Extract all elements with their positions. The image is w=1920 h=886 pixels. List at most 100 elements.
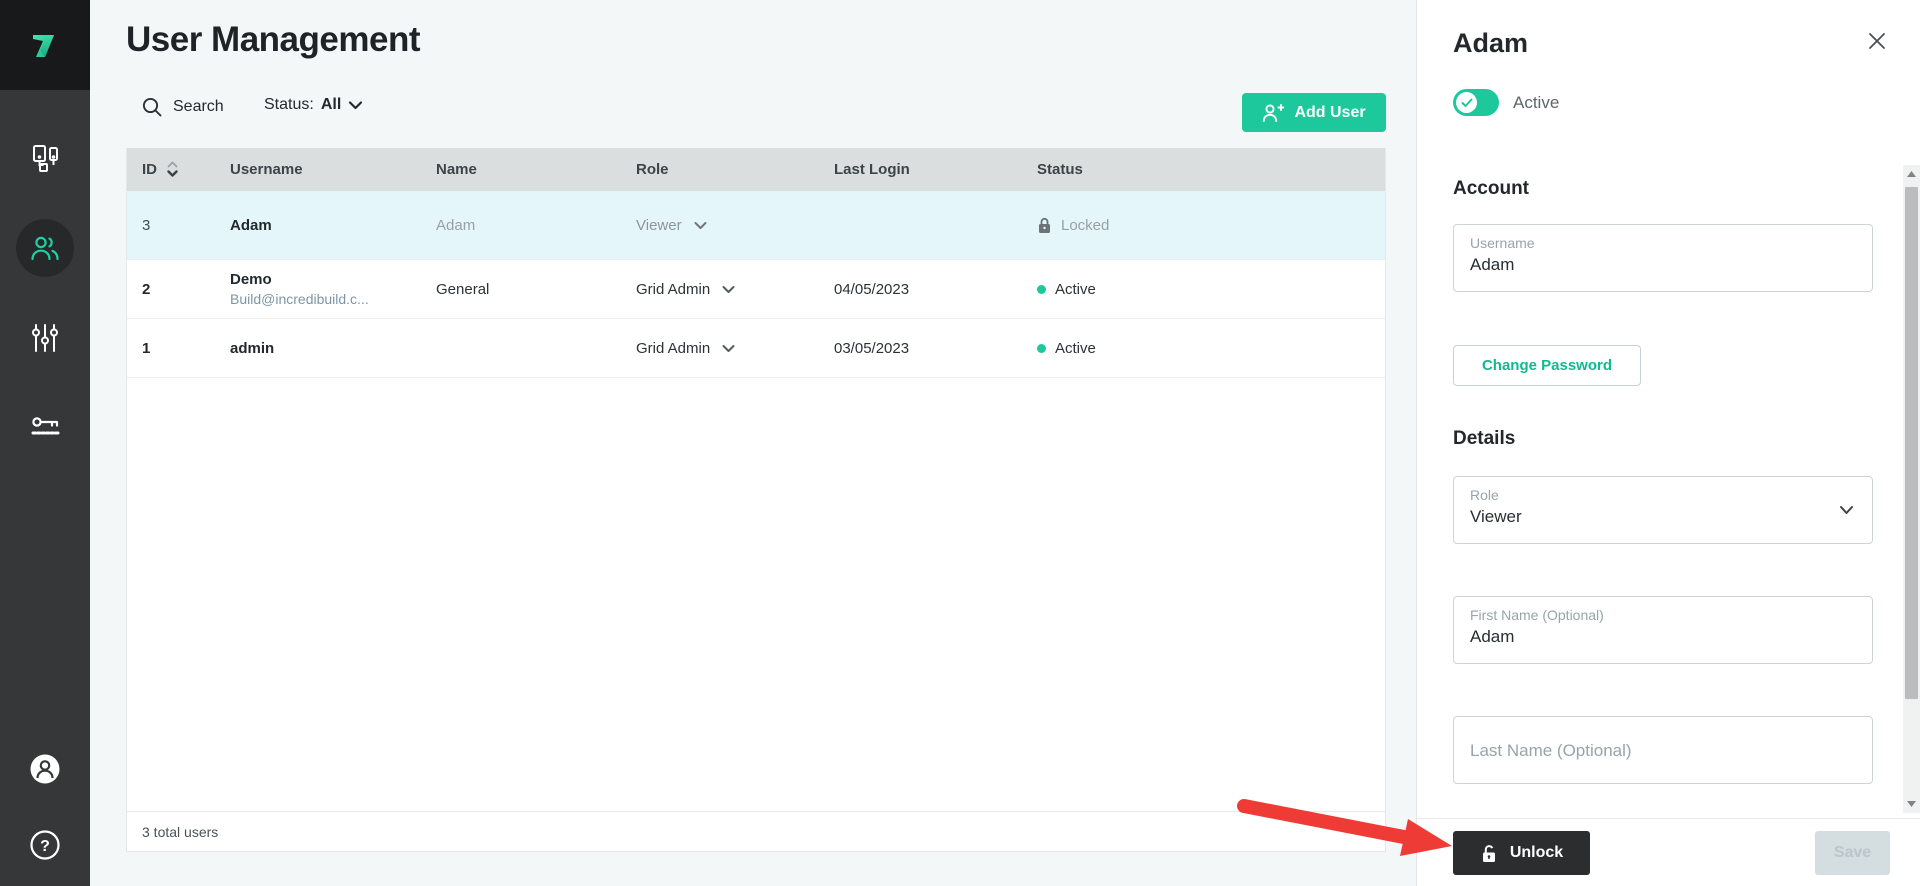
- first-name-field[interactable]: First Name (Optional) Adam: [1453, 596, 1873, 664]
- cell-status: Active: [1037, 281, 1385, 298]
- sidebar-item-account[interactable]: [0, 740, 90, 798]
- status-text: Locked: [1061, 217, 1109, 234]
- cell-username: admin: [230, 340, 436, 357]
- first-name-label: First Name (Optional): [1470, 607, 1856, 623]
- panel-footer-divider: [1417, 818, 1920, 819]
- add-user-icon: [1262, 103, 1284, 123]
- role-select[interactable]: Role Viewer: [1453, 476, 1873, 544]
- column-header-id[interactable]: ID: [127, 161, 230, 178]
- role-select-value: Viewer: [1470, 507, 1856, 527]
- total-users-count: 3 total users: [142, 824, 218, 840]
- cell-name: Adam: [436, 217, 636, 234]
- column-header-status[interactable]: Status: [1037, 161, 1385, 178]
- table-row[interactable]: 2 Demo Build@incredibuild.c... General G…: [127, 260, 1385, 319]
- role-select-label: Role: [1470, 487, 1856, 503]
- sidebar-item-settings[interactable]: [0, 309, 90, 367]
- column-header-username[interactable]: Username: [230, 161, 436, 178]
- cell-id: 1: [127, 340, 230, 357]
- chevron-down-icon: [348, 100, 363, 110]
- toggle-knob: [1456, 92, 1477, 113]
- cell-status: Active: [1037, 340, 1385, 357]
- app-logo[interactable]: [0, 0, 90, 90]
- scrollbar-down-arrow[interactable]: [1903, 795, 1920, 813]
- user-detail-panel: Adam Active Account Username Adam Change…: [1416, 0, 1920, 886]
- unlock-button[interactable]: Unlock: [1453, 831, 1590, 875]
- username-text: admin: [230, 340, 436, 357]
- status-filter-value: All: [321, 96, 341, 114]
- cell-id: 2: [127, 281, 230, 298]
- active-status-dot: [1037, 285, 1046, 294]
- sidebar-item-users[interactable]: [0, 219, 90, 277]
- cell-username: Adam: [230, 217, 436, 234]
- search-label: Search: [173, 98, 224, 116]
- status-filter-label: Status:: [264, 96, 314, 114]
- add-user-button[interactable]: Add User: [1242, 93, 1386, 132]
- unlock-icon: [1480, 844, 1498, 863]
- cell-status: Locked: [1037, 217, 1385, 234]
- cell-name: General: [436, 281, 636, 298]
- account-avatar-icon: [29, 753, 61, 785]
- help-icon: ?: [29, 829, 61, 861]
- active-status-dot: [1037, 344, 1046, 353]
- toolbar: Search Status: All Add User: [126, 88, 1386, 134]
- sidebar-item-agents[interactable]: [0, 129, 90, 187]
- column-header-id-label: ID: [142, 161, 157, 178]
- table-row[interactable]: 3 Adam Adam Viewer Locked: [127, 191, 1385, 260]
- active-toggle-label: Active: [1513, 93, 1559, 113]
- change-password-button[interactable]: Change Password: [1453, 345, 1641, 386]
- status-filter[interactable]: Status: All: [264, 96, 363, 114]
- active-toggle[interactable]: [1453, 89, 1499, 116]
- table-header-row: ID Username Name Role Last Login Status: [127, 148, 1385, 191]
- table-row[interactable]: 1 admin Grid Admin 03/05/2023 Active: [127, 319, 1385, 378]
- scrollbar-thumb[interactable]: [1905, 187, 1918, 699]
- sort-icon: [167, 161, 178, 178]
- chevron-down-icon: [1839, 505, 1854, 515]
- table-empty-area: [127, 378, 1385, 811]
- cell-id: 3: [127, 217, 230, 234]
- first-name-value: Adam: [1470, 627, 1856, 647]
- sidebar-item-help[interactable]: ?: [0, 816, 90, 874]
- settings-sliders-icon: [30, 322, 60, 354]
- chevron-down-icon: [722, 285, 735, 294]
- panel-scrollbar[interactable]: [1903, 165, 1920, 813]
- close-panel-button[interactable]: [1865, 30, 1889, 54]
- search-icon: [141, 96, 163, 118]
- column-header-last-login[interactable]: Last Login: [834, 161, 1037, 178]
- status-text: Active: [1055, 281, 1096, 298]
- status-text: Active: [1055, 340, 1096, 357]
- license-key-icon: [28, 412, 62, 442]
- users-icon: [29, 233, 61, 263]
- save-button[interactable]: Save: [1815, 831, 1890, 875]
- triangle-up-icon: [1907, 171, 1916, 177]
- unlock-button-label: Unlock: [1510, 844, 1563, 862]
- search-control[interactable]: Search: [141, 96, 224, 118]
- close-icon: [1867, 31, 1887, 51]
- main-content: User Management Search Status: All: [90, 0, 1416, 886]
- column-header-role[interactable]: Role: [636, 161, 834, 178]
- user-email-text: Build@incredibuild.c...: [230, 291, 436, 307]
- account-section-heading: Account: [1453, 178, 1529, 200]
- column-header-name[interactable]: Name: [436, 161, 636, 178]
- role-value: Grid Admin: [636, 340, 710, 357]
- panel-title: Adam: [1453, 28, 1528, 59]
- last-name-field[interactable]: Last Name (Optional): [1453, 716, 1873, 784]
- cell-username: Demo Build@incredibuild.c...: [230, 271, 436, 307]
- page-title: User Management: [126, 20, 420, 60]
- users-table: ID Username Name Role Last Login Status …: [126, 148, 1386, 852]
- svg-text:?: ?: [40, 838, 50, 855]
- check-icon: [1461, 98, 1473, 108]
- username-field[interactable]: Username Adam: [1453, 224, 1873, 292]
- chevron-down-icon: [722, 344, 735, 353]
- add-user-label: Add User: [1294, 104, 1365, 122]
- cell-last-login: 04/05/2023: [834, 281, 1037, 298]
- username-field-label: Username: [1470, 235, 1856, 251]
- role-dropdown[interactable]: Grid Admin: [636, 281, 834, 298]
- role-value: Grid Admin: [636, 281, 710, 298]
- agents-icon: [28, 143, 62, 173]
- scrollbar-up-arrow[interactable]: [1903, 165, 1920, 183]
- username-text: Adam: [230, 217, 436, 234]
- sidebar-item-licenses[interactable]: [0, 398, 90, 456]
- role-dropdown[interactable]: Grid Admin: [636, 340, 834, 357]
- role-dropdown[interactable]: Viewer: [636, 217, 834, 234]
- table-footer: 3 total users: [127, 811, 1385, 851]
